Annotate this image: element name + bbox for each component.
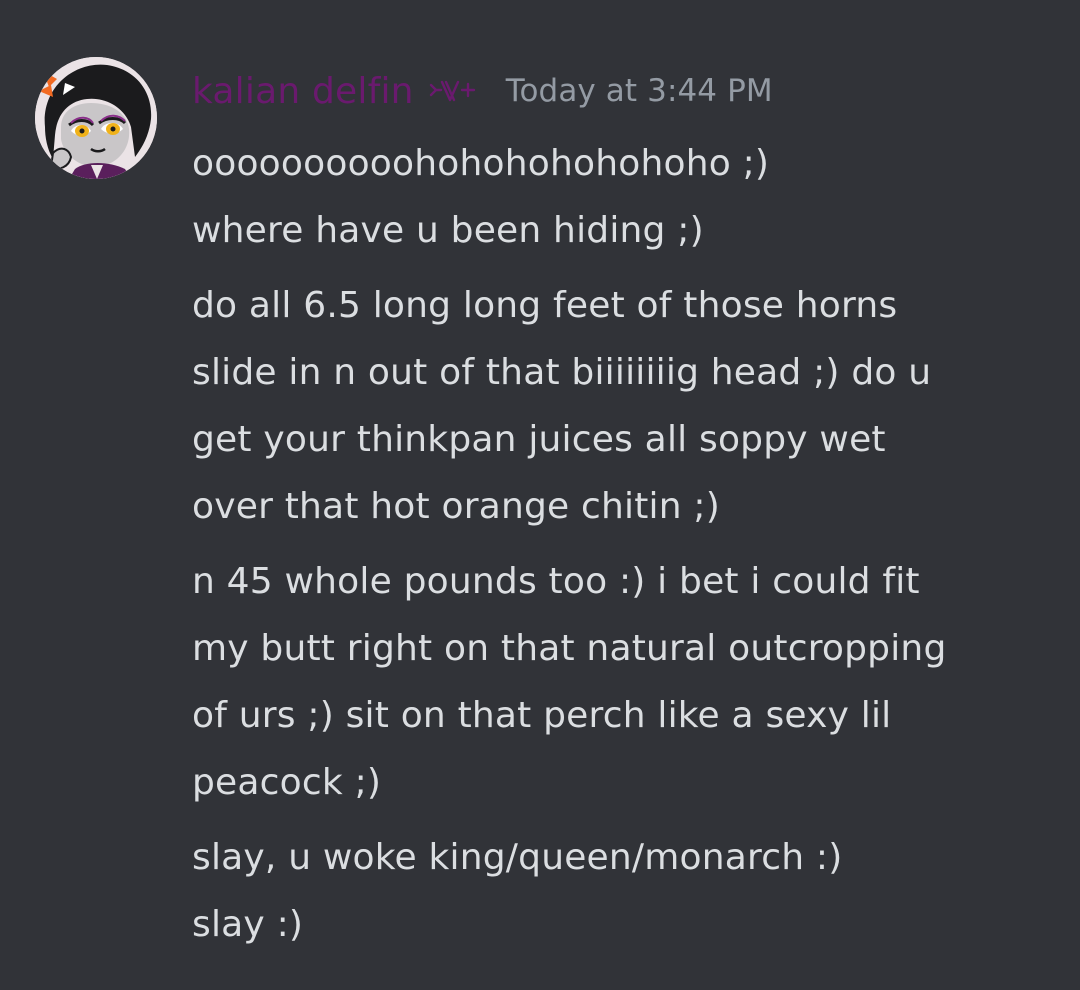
message-line: slay, u woke king/queen/monarch :) — [192, 837, 843, 878]
message-line: peacock ;) — [192, 762, 382, 803]
message-line: n 45 whole pounds too :) i bet i could f… — [192, 561, 920, 602]
message-line: do all 6.5 long long feet of those horns — [192, 285, 898, 326]
message-line: my butt right on that natural outcroppin… — [192, 628, 947, 669]
message-paragraph[interactable]: do all 6.5 long long feet of those horns… — [192, 272, 1062, 540]
message-line: where have u been hiding ;) — [192, 210, 704, 251]
zodiac-role-icon[interactable] — [428, 76, 480, 106]
message-line: get your thinkpan juices all soppy wet — [192, 419, 886, 460]
message-paragraph[interactable]: oooooooooohohohohohohoho ;) where have u… — [192, 130, 1062, 264]
username[interactable]: kalian delfin — [192, 71, 414, 112]
message-line: over that hot orange chitin ;) — [192, 486, 720, 527]
message-line: of urs ;) sit on that perch like a sexy … — [192, 695, 892, 736]
timestamp[interactable]: Today at 3:44 PM — [506, 73, 773, 109]
message-paragraph[interactable]: slay, u woke king/queen/monarch :) slay … — [192, 824, 1062, 958]
avatar[interactable] — [35, 57, 157, 179]
message-header: kalian delfin Today at 3:44 PM — [192, 66, 773, 116]
troll-avatar-icon — [35, 57, 157, 179]
message-content: oooooooooohohohohohohoho ;) where have u… — [192, 130, 1062, 958]
message-line: slay :) — [192, 904, 304, 945]
message-paragraph[interactable]: n 45 whole pounds too :) i bet i could f… — [192, 548, 1062, 816]
message-group: kalian delfin Today at 3:44 PM ooooooooo… — [0, 0, 1080, 990]
message-line: slide in n out of that biiiiiiiig head ;… — [192, 352, 932, 393]
message-line: oooooooooohohohohohohoho ;) — [192, 143, 770, 184]
